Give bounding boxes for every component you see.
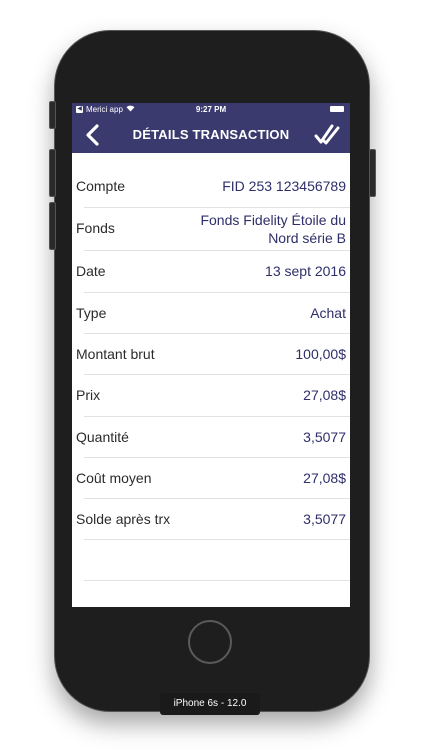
detail-row-fonds: Fonds Fonds Fidelity Étoile du Nord séri… bbox=[72, 208, 350, 249]
row-value: 27,08$ bbox=[303, 470, 346, 486]
detail-row-montant-brut: Montant brut 100,00$ bbox=[72, 334, 350, 375]
page-title: DÉTAILS TRANSACTION bbox=[132, 127, 290, 142]
row-label: Fonds bbox=[76, 220, 115, 236]
detail-row-solde-apres-trx: Solde après trx 3,5077 bbox=[72, 499, 350, 540]
home-button[interactable] bbox=[188, 620, 232, 664]
divider bbox=[84, 539, 350, 540]
nav-bar: DÉTAILS TRANSACTION bbox=[72, 116, 350, 153]
row-label: Coût moyen bbox=[76, 470, 152, 486]
status-time: 9:27 PM bbox=[195, 105, 227, 114]
row-value: FID 253 123456789 bbox=[222, 178, 346, 194]
battery-icon bbox=[330, 106, 344, 112]
row-label: Prix bbox=[76, 387, 101, 403]
detail-row-date: Date 13 sept 2016 bbox=[72, 251, 350, 292]
status-bar: ◀ Merici app 9:27 PM bbox=[72, 103, 350, 116]
double-check-icon[interactable] bbox=[314, 122, 340, 148]
row-label: Solde après trx bbox=[76, 511, 171, 527]
detail-row-prix: Prix 27,08$ bbox=[72, 375, 350, 416]
mute-switch bbox=[49, 101, 56, 129]
row-value: 27,08$ bbox=[303, 387, 346, 403]
row-value: 3,5077 bbox=[303, 511, 346, 527]
app-screen: ◀ Merici app 9:27 PM DÉTAILS TRANSACTION… bbox=[72, 103, 350, 607]
detail-row-quantite: Quantité 3,5077 bbox=[72, 417, 350, 458]
row-label: Quantité bbox=[76, 429, 129, 445]
detail-row-type: Type Achat bbox=[72, 293, 350, 334]
row-value: Fonds Fidelity Étoile du Nord série B bbox=[200, 212, 346, 246]
row-value: Achat bbox=[310, 305, 346, 321]
row-label: Montant brut bbox=[76, 346, 155, 362]
device-label: iPhone 6s - 12.0 bbox=[160, 693, 260, 715]
detail-row-compte: Compte FID 253 123456789 bbox=[72, 166, 350, 207]
detail-row-cout-moyen: Coût moyen 27,08$ bbox=[72, 458, 350, 499]
power-button bbox=[369, 149, 376, 197]
row-label: Type bbox=[76, 305, 107, 321]
row-label: Date bbox=[76, 263, 106, 279]
row-label: Compte bbox=[76, 178, 126, 194]
row-value: 100,00$ bbox=[295, 346, 346, 362]
volume-up-button bbox=[49, 149, 56, 197]
divider bbox=[84, 580, 350, 581]
row-value: 3,5077 bbox=[303, 429, 346, 445]
row-value: 13 sept 2016 bbox=[265, 263, 346, 279]
volume-down-button bbox=[49, 202, 56, 250]
